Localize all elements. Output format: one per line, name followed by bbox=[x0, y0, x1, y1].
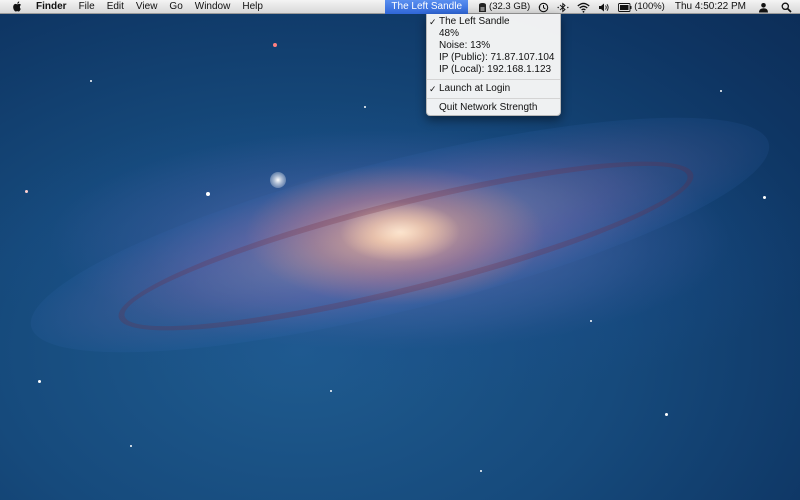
time-machine-icon[interactable] bbox=[534, 0, 553, 14]
disk-icon bbox=[478, 2, 487, 13]
star bbox=[590, 320, 592, 322]
galaxy-band bbox=[13, 70, 787, 400]
battery-status-item[interactable]: (100%) bbox=[614, 0, 669, 14]
star bbox=[38, 380, 41, 383]
launch-at-login-item[interactable]: ✓ Launch at Login bbox=[427, 83, 560, 95]
desktop-wallpaper: Finder File Edit View Go Window Help The… bbox=[0, 0, 800, 500]
checkmark-icon: ✓ bbox=[429, 84, 437, 94]
battery-percent-text: (100%) bbox=[634, 1, 665, 12]
signal-strength-value: 48% bbox=[439, 28, 460, 39]
apple-icon[interactable] bbox=[12, 1, 22, 12]
battery-icon bbox=[618, 2, 632, 12]
quit-network-strength-item[interactable]: Quit Network Strength bbox=[427, 102, 560, 114]
disk-status-item[interactable]: (32.3 GB) bbox=[474, 0, 534, 14]
star bbox=[480, 470, 482, 472]
star bbox=[330, 390, 332, 392]
volume-icon[interactable] bbox=[594, 0, 614, 14]
menu-help[interactable]: Help bbox=[236, 0, 269, 14]
star bbox=[720, 90, 722, 92]
star bbox=[270, 172, 286, 188]
star bbox=[273, 43, 277, 47]
menu-file[interactable]: File bbox=[73, 0, 101, 14]
menu-go[interactable]: Go bbox=[163, 0, 188, 14]
star bbox=[25, 190, 28, 193]
dropdown-public-ip-item: IP (Public): 71.87.107.104 bbox=[427, 52, 560, 64]
star bbox=[206, 192, 210, 196]
star bbox=[665, 413, 668, 416]
wifi-icon[interactable] bbox=[573, 0, 594, 14]
star bbox=[130, 445, 132, 447]
spotlight-icon[interactable] bbox=[773, 0, 800, 14]
user-icon[interactable] bbox=[754, 0, 773, 14]
star bbox=[90, 80, 92, 82]
disk-free-text: (32.3 GB) bbox=[489, 1, 531, 12]
launch-at-login-label: Launch at Login bbox=[439, 83, 511, 94]
galaxy-dust-lane bbox=[107, 129, 705, 363]
menu-bar: Finder File Edit View Go Window Help The… bbox=[0, 0, 800, 14]
star bbox=[364, 106, 366, 108]
dropdown-local-ip-item: IP (Local): 192.168.1.123 bbox=[427, 64, 560, 76]
noise-value: Noise: 13% bbox=[439, 40, 491, 51]
network-strength-dropdown-menu: ✓ The Left Sandle 48% Noise: 13% IP (Pub… bbox=[426, 14, 561, 116]
dropdown-signal-strength-item: 48% bbox=[427, 28, 560, 40]
public-ip-value: IP (Public): 71.87.107.104 bbox=[439, 52, 555, 63]
menu-clock[interactable]: Thu 4:50:22 PM bbox=[669, 0, 754, 14]
menu-app-name[interactable]: Finder bbox=[34, 0, 73, 14]
star bbox=[763, 196, 766, 199]
menu-separator bbox=[427, 98, 560, 99]
quit-network-strength-label: Quit Network Strength bbox=[439, 102, 538, 113]
bluetooth-icon[interactable] bbox=[553, 0, 573, 14]
menu-separator bbox=[427, 79, 560, 80]
network-strength-status-item[interactable]: The Left Sandle bbox=[385, 0, 469, 14]
dropdown-network-name-item[interactable]: ✓ The Left Sandle bbox=[427, 16, 560, 28]
menu-view[interactable]: View bbox=[130, 0, 164, 14]
local-ip-value: IP (Local): 192.168.1.123 bbox=[439, 64, 552, 75]
checkmark-icon: ✓ bbox=[429, 17, 437, 27]
menu-edit[interactable]: Edit bbox=[101, 0, 130, 14]
menu-window[interactable]: Window bbox=[189, 0, 237, 14]
dropdown-network-name-label: The Left Sandle bbox=[439, 16, 510, 27]
dropdown-noise-item: Noise: 13% bbox=[427, 40, 560, 52]
